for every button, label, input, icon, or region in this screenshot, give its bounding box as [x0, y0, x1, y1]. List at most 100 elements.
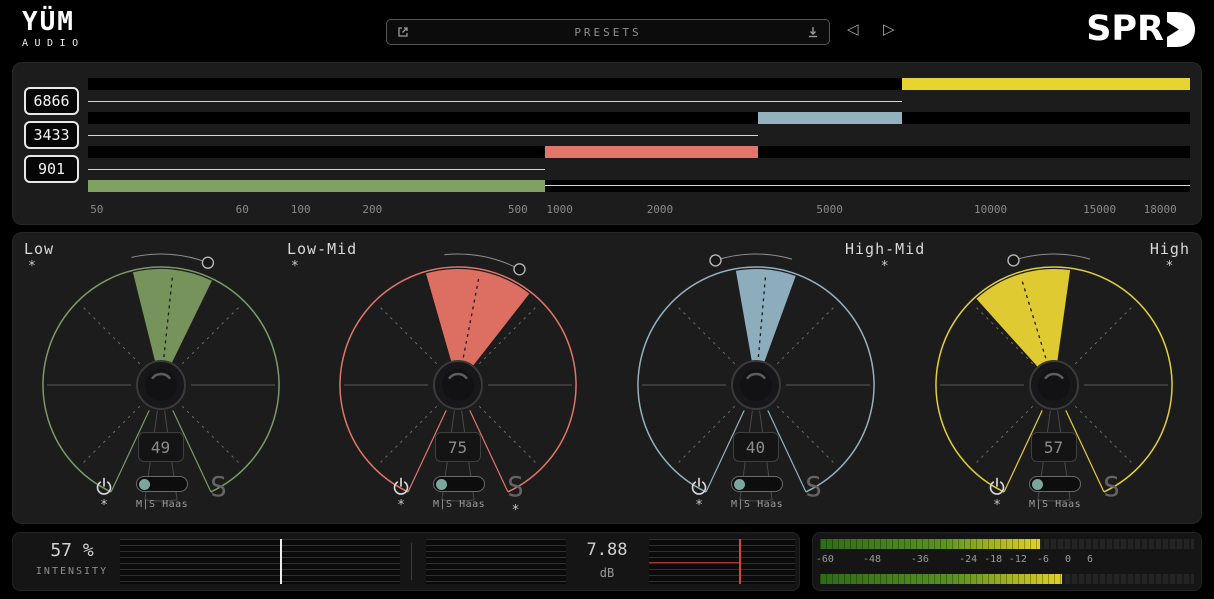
meter-scale-label: 0	[1065, 554, 1071, 565]
gain-slider-right[interactable]	[649, 539, 795, 584]
frequency-tick: 50	[90, 203, 103, 216]
yum-audio-logo: YÜM AUDIO	[22, 9, 85, 49]
crossover-freq-box-mid[interactable]: 3433	[24, 121, 79, 149]
meter-scale-label: -12	[1009, 554, 1027, 565]
ms-haas-toggle[interactable]	[136, 476, 188, 492]
toggle-knob	[1032, 479, 1043, 490]
presets-dropdown[interactable]: PRESETS	[411, 26, 805, 39]
ms-haas-toggle[interactable]	[731, 476, 783, 492]
header-bar: YÜM AUDIO PRESETS ◁ ▷ SPR	[0, 0, 1214, 62]
crossover-guide-line	[88, 135, 758, 136]
power-button[interactable]	[94, 476, 114, 496]
band-controls: * M|S Haas S	[607, 476, 904, 517]
toggle-labels: M|S Haas	[1029, 499, 1081, 510]
band-track-low-mid[interactable]	[88, 146, 1190, 158]
band-track-high-mid[interactable]	[88, 112, 1190, 124]
intensity-slider[interactable]	[120, 539, 400, 584]
meter-scale-label: -60	[816, 554, 834, 565]
sprd-logo: SPR	[1086, 11, 1196, 48]
crossover-guide-line	[88, 169, 545, 170]
power-star: *	[993, 499, 1001, 512]
toggle-knob	[436, 479, 447, 490]
logo-text: YÜM	[22, 9, 85, 35]
band-dial-low-mid: 75 * M|S Haas S *	[309, 232, 606, 524]
meter-scale-label: -36	[911, 554, 929, 565]
power-star: *	[397, 499, 405, 512]
crossover-freq-value: 901	[38, 160, 65, 178]
sprd-logo-text: SPR	[1086, 12, 1164, 47]
crossover-freq-box-high[interactable]: 6866	[24, 87, 79, 115]
prev-preset-button[interactable]: ◁	[847, 22, 859, 37]
solo-button[interactable]: S	[1103, 473, 1120, 501]
power-star: *	[100, 499, 108, 512]
next-preset-button[interactable]: ▷	[883, 22, 895, 37]
gain-amount-line	[649, 562, 740, 563]
power-button[interactable]	[987, 476, 1007, 496]
ms-haas-toggle[interactable]	[1029, 476, 1081, 492]
gain-unit-label: dB	[566, 566, 648, 580]
band-controls: * M|S Haas S	[12, 476, 309, 517]
footer-divider	[411, 543, 412, 580]
solo-button[interactable]: S	[210, 473, 227, 501]
meter-scale: -60 -48 -36 -24 -18 -12 -6 0 6	[820, 551, 1194, 571]
spread-value-high[interactable]: 57	[1031, 432, 1077, 462]
spread-value-low-mid[interactable]: 75	[435, 432, 481, 462]
band-dial-high-mid: 40 * M|S Haas S	[607, 232, 904, 524]
gain-value: 7.88	[566, 540, 648, 560]
meter-scale-label: -18	[984, 554, 1002, 565]
logo-subtext: AUDIO	[22, 38, 85, 49]
solo-button[interactable]: S	[507, 473, 524, 501]
band-controls: * M|S Haas S	[905, 476, 1202, 517]
gain-slider-left[interactable]	[426, 539, 566, 584]
crossover-freq-value: 3433	[33, 126, 69, 144]
toggle-labels: M|S Haas	[731, 499, 783, 510]
band-segment-low[interactable]	[88, 180, 545, 192]
band-segment-low-mid[interactable]	[545, 146, 758, 158]
band-track-low[interactable]	[88, 180, 1190, 192]
toggle-knob	[734, 479, 745, 490]
frequency-tick: 5000	[816, 203, 843, 216]
intensity-readout: 57 % INTENSITY	[26, 540, 118, 577]
toggle-labels: M|S Haas	[433, 499, 485, 510]
intensity-slider-handle[interactable]	[280, 539, 282, 584]
ms-haas-toggle[interactable]	[433, 476, 485, 492]
band-segment-high[interactable]	[902, 78, 1190, 90]
gain-readout: 7.88 dB	[566, 540, 648, 580]
spectrum-track-area: 50 60 100 200 500 1000 2000 5000 10000 1…	[88, 62, 1190, 225]
frequency-tick: 500	[508, 203, 528, 216]
gain-slider-handle[interactable]	[739, 539, 741, 584]
band-track-high[interactable]	[88, 78, 1190, 90]
import-preset-icon[interactable]	[805, 24, 821, 40]
meter-scale-label: -48	[863, 554, 881, 565]
intensity-label: INTENSITY	[26, 566, 118, 577]
solo-button[interactable]: S	[805, 473, 822, 501]
frequency-tick: 15000	[1083, 203, 1116, 216]
crossover-guide-line	[545, 185, 1190, 186]
export-preset-icon[interactable]	[395, 24, 411, 40]
frequency-tick: 2000	[647, 203, 674, 216]
meter-bar-left	[820, 539, 1194, 549]
toggle-labels: M|S Haas	[136, 499, 188, 510]
output-meter-panel: -60 -48 -36 -24 -18 -12 -6 0 6	[812, 532, 1202, 591]
solo-star: *	[512, 504, 520, 517]
spread-value-low[interactable]: 49	[138, 432, 184, 462]
sprd-plugin-window: YÜM AUDIO PRESETS ◁ ▷ SPR	[0, 0, 1214, 599]
power-button[interactable]	[391, 476, 411, 496]
band-controls: * M|S Haas S *	[309, 476, 606, 517]
footer-controls: 57 % INTENSITY 7.88 dB	[12, 532, 800, 591]
sprd-logo-d-glyph	[1166, 11, 1196, 48]
spread-dials-panel: Low * Low-Mid * High-Mid * High * 49	[12, 232, 1202, 524]
frequency-tick: 1000	[546, 203, 573, 216]
crossover-freq-box-low[interactable]: 901	[24, 155, 79, 183]
frequency-tick: 100	[291, 203, 311, 216]
meter-scale-label: 6	[1087, 554, 1093, 565]
meter-fill-right	[820, 574, 1062, 584]
power-button[interactable]	[689, 476, 709, 496]
power-star: *	[695, 499, 703, 512]
band-segment-high-mid[interactable]	[758, 112, 902, 124]
intensity-value: 57 %	[26, 540, 118, 561]
spread-value-high-mid[interactable]: 40	[733, 432, 779, 462]
crossover-freq-value: 6866	[33, 92, 69, 110]
band-dial-low: 49 * M|S Haas S	[12, 232, 309, 524]
presets-bar[interactable]: PRESETS	[386, 19, 830, 45]
